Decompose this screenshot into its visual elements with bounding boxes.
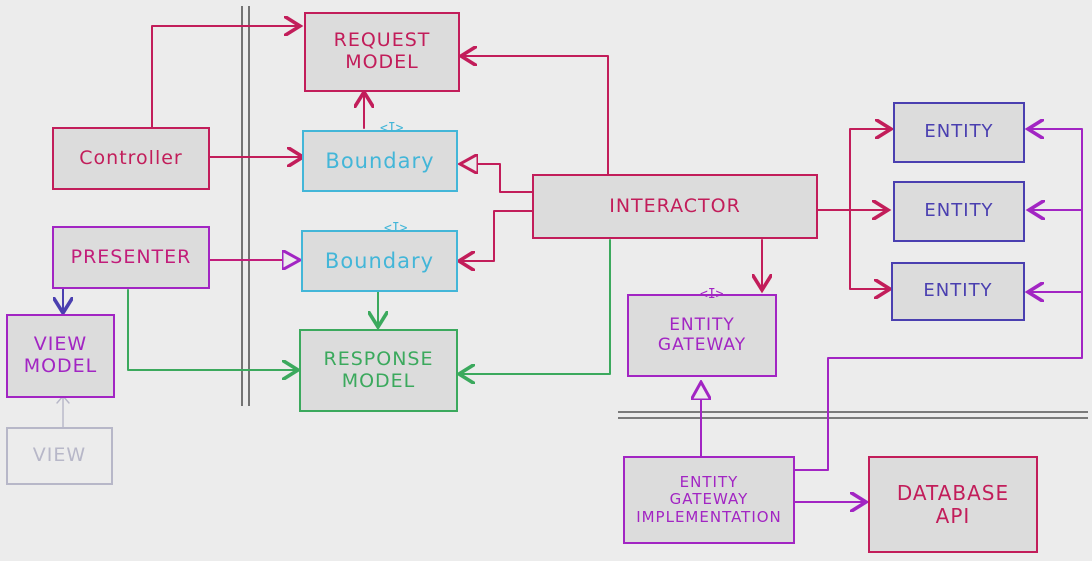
entity-label-2: ENTITY xyxy=(924,200,994,222)
request-model-node: REQUEST MODEL xyxy=(304,12,460,92)
database-api-label: DATABASE API xyxy=(896,480,1010,528)
entity-node-2: ENTITY xyxy=(893,181,1025,242)
view-model-label: VIEW MODEL xyxy=(23,333,98,377)
entity-node-1: ENTITY xyxy=(893,102,1025,163)
output-boundary-label: Boundary xyxy=(324,248,435,273)
output-boundary-node: Boundary xyxy=(301,230,458,292)
input-boundary-label: Boundary xyxy=(325,148,435,173)
entity-gateway-implementation-node: ENTITY GATEWAY IMPLEMENTATION xyxy=(623,456,795,544)
entity-label-3: ENTITY xyxy=(923,280,993,302)
entity-gateway-label: ENTITY GATEWAY xyxy=(657,314,747,355)
entity-gateway-implementation-label: ENTITY GATEWAY IMPLEMENTATION xyxy=(636,473,782,526)
presenter-node: PRESENTER xyxy=(52,226,210,289)
request-model-label: REQUEST MODEL xyxy=(333,29,431,73)
response-model-label: RESPONSE MODEL xyxy=(323,347,434,392)
controller-label: Controller xyxy=(79,146,183,169)
entity-label-1: ENTITY xyxy=(924,121,994,143)
entity-node-3: ENTITY xyxy=(891,262,1025,321)
database-api-node: DATABASE API xyxy=(868,456,1038,553)
interactor-label: INTERACTOR xyxy=(609,194,741,217)
controller-node: Controller xyxy=(52,127,210,190)
view-label: VIEW xyxy=(32,444,87,467)
architecture-diagram: REQUEST MODEL Controller Boundary <I> IN… xyxy=(0,0,1092,561)
entity-gateway-node: ENTITY GATEWAY xyxy=(627,294,777,377)
input-boundary-node: Boundary xyxy=(302,130,458,192)
view-node: VIEW xyxy=(6,427,113,485)
response-model-node: RESPONSE MODEL xyxy=(299,329,458,412)
interactor-node: INTERACTOR xyxy=(532,174,818,239)
presenter-label: PRESENTER xyxy=(70,245,192,268)
view-model-node: VIEW MODEL xyxy=(6,314,115,398)
